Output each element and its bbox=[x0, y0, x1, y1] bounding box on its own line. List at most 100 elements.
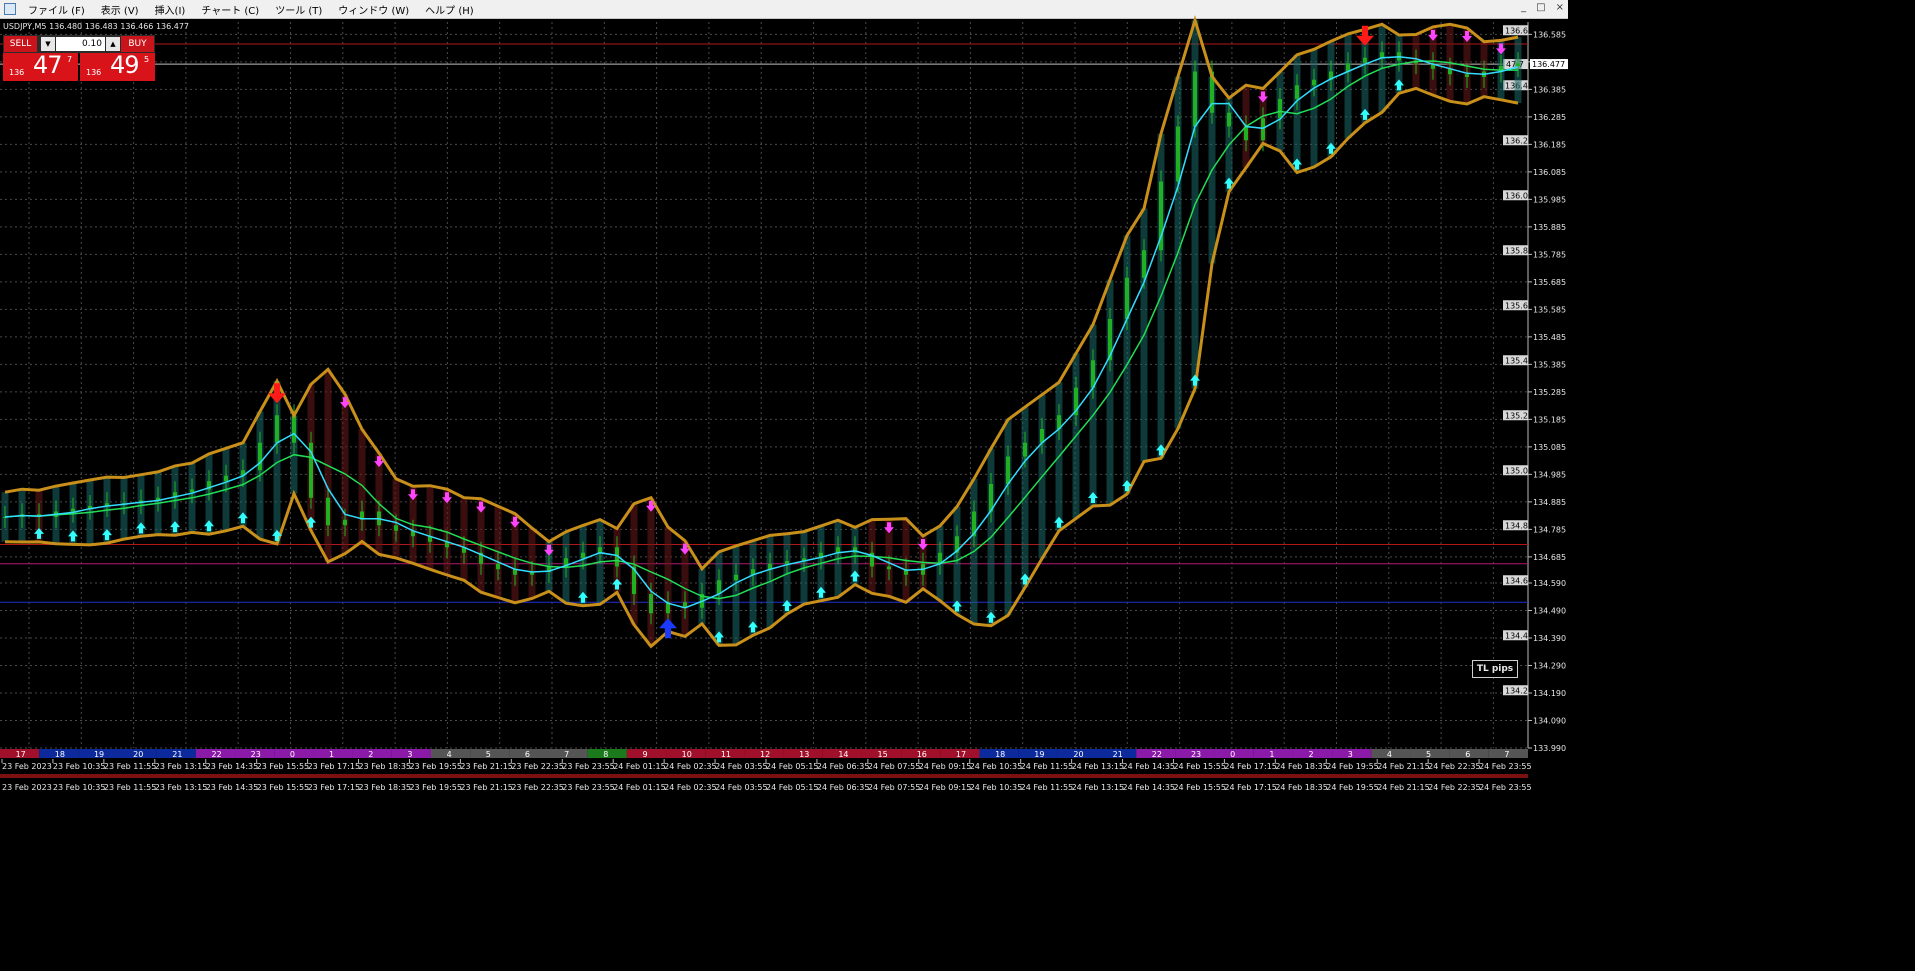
lot-increase-button[interactable]: ▲ bbox=[106, 37, 120, 51]
candle-body bbox=[1125, 277, 1129, 319]
time-label-secondary: 24 Feb 09:15 bbox=[919, 783, 971, 792]
time-label-secondary: 23 Feb 19:55 bbox=[409, 783, 461, 792]
lot-decrease-button[interactable]: ▼ bbox=[41, 37, 55, 51]
round-level-label: 136.6 bbox=[1505, 26, 1528, 35]
time-label: 24 Feb 11:55 bbox=[1021, 762, 1073, 771]
time-label-secondary: 23 Feb 18:35 bbox=[359, 783, 411, 792]
price-tick-label: 135.585 bbox=[1533, 305, 1566, 314]
time-label: 23 Feb 23:55 bbox=[562, 762, 614, 771]
price-tick-label: 135.985 bbox=[1533, 195, 1566, 204]
price-tick-label: 135.285 bbox=[1533, 388, 1566, 397]
time-label-secondary: 23 Feb 23:55 bbox=[562, 783, 614, 792]
price-tick-label: 136.185 bbox=[1533, 140, 1566, 149]
time-label-secondary: 23 Feb 17:15 bbox=[308, 783, 360, 792]
lot-size-input[interactable] bbox=[56, 37, 105, 51]
buy-price-box[interactable]: 136 49 5 bbox=[80, 51, 155, 81]
candle-body bbox=[1176, 126, 1180, 182]
price-tick-label: 134.590 bbox=[1533, 579, 1566, 588]
time-label: 23 Feb 15:55 bbox=[257, 762, 309, 771]
round-level-label: 134.4 bbox=[1505, 631, 1528, 640]
time-label: 23 Feb 10:35 bbox=[53, 762, 105, 771]
time-label: 23 Feb 14:35 bbox=[206, 762, 258, 771]
current-price-label: 136.477 bbox=[1532, 60, 1565, 69]
hour-label: 19 bbox=[94, 750, 104, 759]
time-label-secondary: 24 Feb 02:35 bbox=[664, 783, 716, 792]
hour-label: 8 bbox=[603, 750, 608, 759]
time-label: 23 Feb 2023 bbox=[2, 762, 52, 771]
hour-label: 22 bbox=[211, 750, 221, 759]
candle-body bbox=[496, 563, 500, 570]
time-label-secondary: 24 Feb 07:55 bbox=[868, 783, 920, 792]
hour-label: 20 bbox=[133, 750, 143, 759]
hour-label: 3 bbox=[1348, 750, 1353, 759]
time-label-secondary: 23 Feb 11:55 bbox=[104, 783, 156, 792]
hour-label: 0 bbox=[1230, 750, 1235, 759]
time-label-secondary: 24 Feb 03:55 bbox=[715, 783, 767, 792]
price-tick-label: 134.090 bbox=[1533, 717, 1566, 726]
hour-label: 1 bbox=[1269, 750, 1274, 759]
time-label-secondary: 24 Feb 01:15 bbox=[613, 783, 665, 792]
round-level-label: 134.6 bbox=[1505, 576, 1528, 585]
time-label: 24 Feb 10:35 bbox=[970, 762, 1022, 771]
buy-price-prefix: 136 bbox=[86, 68, 102, 77]
candle-body bbox=[1040, 429, 1044, 443]
round-level-label: 136.0 bbox=[1505, 191, 1528, 200]
time-separator-bar bbox=[0, 774, 1528, 778]
candle-body bbox=[1261, 118, 1265, 141]
time-label: 23 Feb 13:15 bbox=[155, 762, 207, 771]
tl-pips-button[interactable]: TL pips bbox=[1472, 660, 1518, 678]
time-label: 24 Feb 21:15 bbox=[1377, 762, 1429, 771]
round-level-label: 136.2 bbox=[1505, 136, 1528, 145]
candle-body bbox=[1465, 74, 1469, 77]
candle-body bbox=[581, 552, 585, 559]
candle-body bbox=[887, 566, 891, 570]
sell-price-box[interactable]: 136 47 7 bbox=[3, 51, 78, 81]
sell-button[interactable]: SELL bbox=[4, 36, 37, 52]
hour-label: 0 bbox=[290, 750, 295, 759]
candle-body bbox=[1312, 79, 1316, 86]
time-label: 24 Feb 01:15 bbox=[613, 762, 665, 771]
candle-body bbox=[717, 580, 721, 594]
price-tick-label: 134.290 bbox=[1533, 662, 1566, 671]
time-label: 23 Feb 22:35 bbox=[511, 762, 563, 771]
hour-label: 17 bbox=[16, 750, 26, 759]
time-label-secondary: 24 Feb 13:15 bbox=[1072, 783, 1124, 792]
time-label-secondary: 23 Feb 14:35 bbox=[206, 783, 258, 792]
hour-label: 23 bbox=[1191, 750, 1201, 759]
hour-label: 6 bbox=[525, 750, 530, 759]
round-level-label: 135.8 bbox=[1505, 246, 1528, 255]
hour-label: 15 bbox=[878, 750, 888, 759]
price-chart[interactable]: 136.585136.485136.385136.285136.185136.0… bbox=[0, 0, 1568, 795]
hour-label: 18 bbox=[995, 750, 1005, 759]
time-label: 24 Feb 07:55 bbox=[868, 762, 920, 771]
hour-label: 4 bbox=[447, 750, 452, 759]
time-label: 24 Feb 19:55 bbox=[1326, 762, 1378, 771]
time-label-secondary: 24 Feb 21:15 bbox=[1377, 783, 1429, 792]
time-label-secondary: 24 Feb 23:55 bbox=[1479, 783, 1531, 792]
time-label: 24 Feb 14:35 bbox=[1123, 762, 1175, 771]
time-label-secondary: 24 Feb 10:35 bbox=[970, 783, 1022, 792]
price-tick-label: 135.385 bbox=[1533, 360, 1566, 369]
time-label: 23 Feb 18:35 bbox=[359, 762, 411, 771]
time-label-secondary: 24 Feb 11:55 bbox=[1021, 783, 1073, 792]
sell-price-big: 47 bbox=[33, 51, 63, 79]
hour-label: 5 bbox=[486, 750, 491, 759]
price-tick-label: 133.990 bbox=[1533, 744, 1566, 753]
price-tick-label: 135.685 bbox=[1533, 278, 1566, 287]
hour-label: 7 bbox=[1504, 750, 1509, 759]
round-level-label: 134.8 bbox=[1505, 521, 1528, 530]
one-click-trading-panel: SELL ▼ ▲ BUY 136 47 7 136 49 5 bbox=[3, 35, 155, 81]
price-tick-label: 134.985 bbox=[1533, 470, 1566, 479]
time-label-secondary: 23 Feb 10:35 bbox=[53, 783, 105, 792]
buy-button[interactable]: BUY bbox=[121, 36, 154, 52]
candle-body bbox=[394, 525, 398, 531]
big-sell-arrow-icon bbox=[268, 383, 286, 404]
hour-label: 2 bbox=[368, 750, 373, 759]
candle-body bbox=[190, 489, 194, 493]
time-label: 24 Feb 02:35 bbox=[664, 762, 716, 771]
hour-label: 19 bbox=[1034, 750, 1044, 759]
time-label: 24 Feb 06:35 bbox=[817, 762, 869, 771]
hour-label: 14 bbox=[838, 750, 848, 759]
time-label-secondary: 23 Feb 13:15 bbox=[155, 783, 207, 792]
time-label: 23 Feb 17:15 bbox=[308, 762, 360, 771]
